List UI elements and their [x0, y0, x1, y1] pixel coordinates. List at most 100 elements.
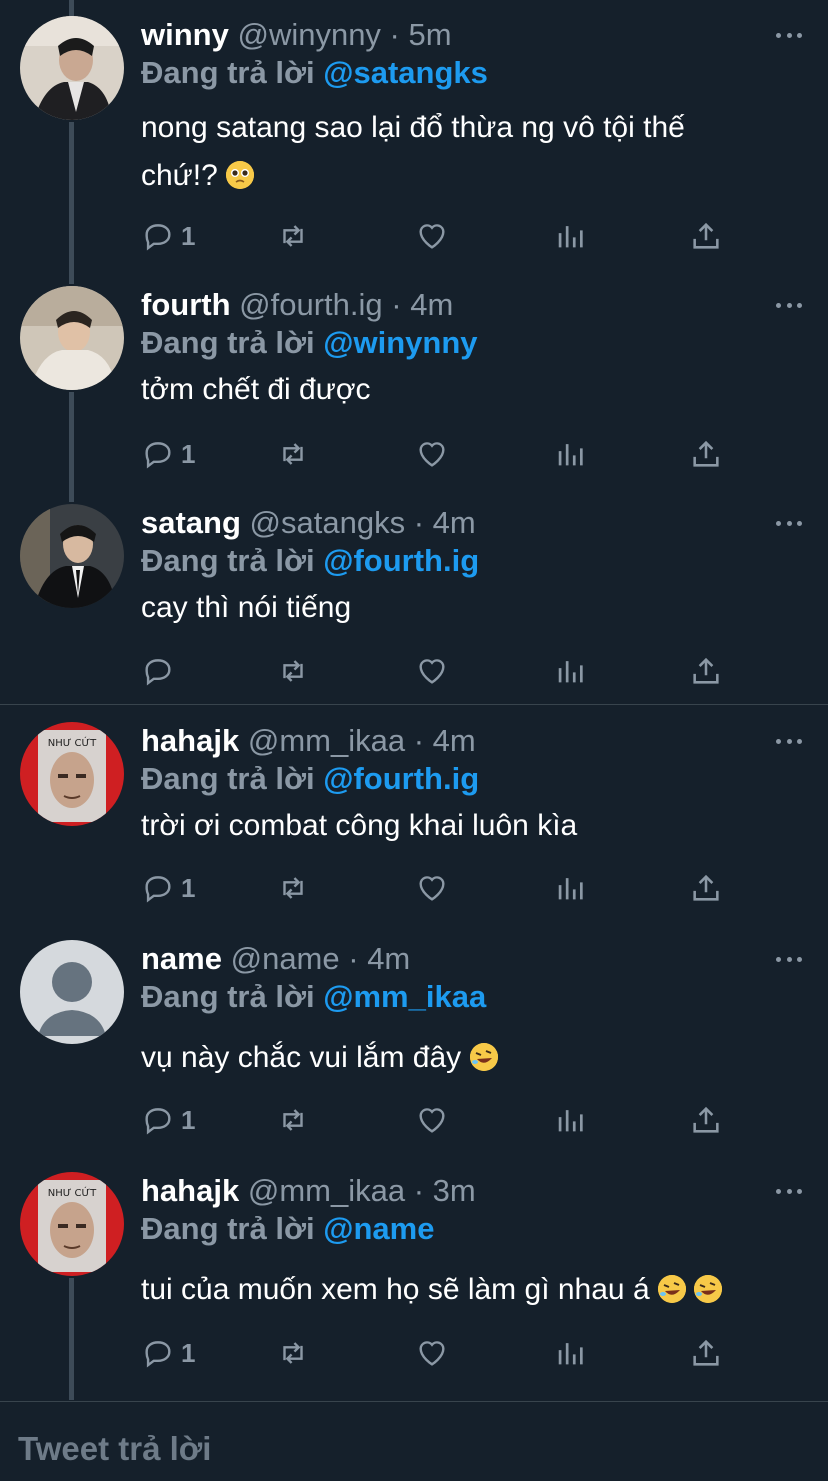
like-icon	[419, 1108, 445, 1133]
retweet-button[interactable]	[276, 651, 310, 691]
author-handle[interactable]: @satangks	[250, 505, 406, 540]
retweet-icon	[283, 443, 303, 465]
timestamp[interactable]: 4m	[410, 287, 453, 322]
reply-count: 1	[181, 872, 196, 903]
reply-mention[interactable]: @satangks	[323, 55, 488, 90]
share-button[interactable]	[689, 434, 723, 474]
timestamp[interactable]: 3m	[433, 1173, 476, 1208]
replying-label: Đang trả lời	[141, 761, 315, 796]
reply-mention[interactable]: @fourth.ig	[323, 761, 479, 796]
avatar[interactable]	[20, 940, 124, 1044]
analytics-button[interactable]	[553, 216, 587, 256]
analytics-icon	[558, 444, 583, 466]
tweet-actions	[141, 651, 741, 691]
reply-icon	[145, 659, 171, 686]
reply-button[interactable]: 1	[141, 1333, 195, 1373]
retweet-button[interactable]	[276, 434, 310, 474]
more-icon[interactable]	[776, 518, 802, 528]
share-button[interactable]	[689, 868, 723, 908]
retweet-button[interactable]	[276, 1100, 310, 1140]
avatar[interactable]: NHƯ CỨT	[20, 722, 124, 826]
timestamp[interactable]: 4m	[433, 505, 476, 540]
reply-mention[interactable]: @mm_ikaa	[323, 979, 486, 1014]
reply-button[interactable]: 1	[141, 434, 195, 474]
replying-label: Đang trả lời	[141, 1211, 315, 1246]
like-button[interactable]	[415, 1333, 449, 1373]
author-handle[interactable]: @mm_ikaa	[248, 1173, 405, 1208]
timestamp[interactable]: 4m	[367, 941, 410, 976]
analytics-button[interactable]	[553, 1100, 587, 1140]
replying-label: Đang trả lời	[141, 979, 315, 1014]
author-handle[interactable]: @fourth.ig	[239, 287, 382, 322]
author-name[interactable]: hahajk	[141, 723, 239, 758]
reply-placeholder[interactable]: Tweet trả lời	[18, 1430, 211, 1468]
author-name[interactable]: fourth	[141, 287, 231, 322]
avatar[interactable]: NHƯ CỨT	[20, 1172, 124, 1276]
reply-button[interactable]	[141, 651, 181, 691]
author-name[interactable]: name	[141, 941, 222, 976]
reply-mention[interactable]: @name	[323, 1211, 434, 1246]
reply-button[interactable]: 1	[141, 868, 195, 908]
reply-count: 1	[181, 1337, 196, 1368]
analytics-button[interactable]	[553, 651, 587, 691]
svg-text:NHƯ CỨT: NHƯ CỨT	[48, 736, 97, 749]
reply-mention[interactable]: @winynny	[323, 325, 477, 360]
reply-composer[interactable]: Tweet trả lời	[0, 1401, 828, 1481]
reply-count: 1	[181, 438, 196, 469]
share-button[interactable]	[689, 651, 723, 691]
more-icon[interactable]	[776, 954, 802, 964]
tweet-text: tởm chết đi được	[141, 373, 371, 406]
reply-button[interactable]: 1	[141, 216, 195, 256]
like-button[interactable]	[415, 868, 449, 908]
like-button[interactable]	[415, 216, 449, 256]
replying-label: Đang trả lời	[141, 325, 315, 360]
analytics-button[interactable]	[553, 1333, 587, 1373]
share-icon	[693, 440, 719, 467]
retweet-button[interactable]	[276, 216, 310, 256]
like-button[interactable]	[415, 1100, 449, 1140]
replying-label: Đang trả lời	[141, 543, 315, 578]
more-icon[interactable]	[776, 1186, 802, 1196]
tweet-text: nong satang sao lại đổ thừa ng vô tội th…	[141, 111, 685, 192]
tweet-actions: 1	[141, 1333, 741, 1373]
avatar[interactable]	[20, 286, 124, 390]
tweet-text: cay thì nói tiếng	[141, 591, 352, 624]
author-handle[interactable]: @mm_ikaa	[248, 723, 405, 758]
share-icon	[693, 1106, 719, 1133]
timestamp[interactable]: 5m	[409, 17, 452, 52]
analytics-button[interactable]	[553, 868, 587, 908]
section-divider	[0, 704, 828, 705]
analytics-button[interactable]	[553, 434, 587, 474]
share-button[interactable]	[689, 1100, 723, 1140]
author-name[interactable]: winny	[141, 17, 229, 52]
retweet-button[interactable]	[276, 1333, 310, 1373]
like-button[interactable]	[415, 651, 449, 691]
share-button[interactable]	[689, 216, 723, 256]
more-icon[interactable]	[776, 30, 802, 40]
share-button[interactable]	[689, 1333, 723, 1373]
reply-icon	[145, 1108, 171, 1135]
analytics-icon	[558, 878, 583, 900]
like-icon	[419, 876, 445, 901]
timestamp[interactable]: 4m	[433, 723, 476, 758]
like-button[interactable]	[415, 434, 449, 474]
like-icon	[419, 442, 445, 467]
rofl-emoji	[657, 1275, 686, 1303]
author-handle[interactable]: @winynny	[237, 17, 380, 52]
avatar[interactable]	[20, 504, 124, 608]
author-handle[interactable]: @name	[231, 941, 340, 976]
share-icon	[693, 657, 719, 684]
tweet-text: trời ơi combat công khai luôn kìa	[141, 809, 578, 842]
more-icon[interactable]	[776, 300, 802, 310]
reply-button[interactable]: 1	[141, 1100, 195, 1140]
author-name[interactable]: hahajk	[141, 1173, 239, 1208]
retweet-button[interactable]	[276, 868, 310, 908]
author-name[interactable]: satang	[141, 505, 241, 540]
tweet-text: vụ này chắc vui lắm đây	[141, 1034, 808, 1082]
retweet-icon	[283, 225, 303, 247]
reply-count: 1	[181, 1104, 196, 1135]
reply-icon	[145, 876, 171, 903]
more-icon[interactable]	[776, 736, 802, 746]
avatar[interactable]	[20, 16, 124, 120]
reply-mention[interactable]: @fourth.ig	[323, 543, 479, 578]
